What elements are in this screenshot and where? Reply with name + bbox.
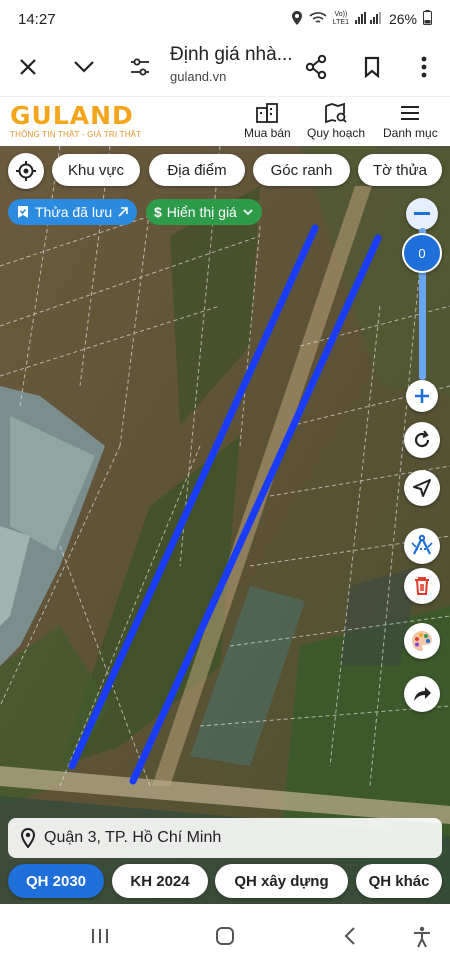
map-style-button[interactable] <box>404 623 440 659</box>
brand-tagline: THÔNG TIN THẬT - GIÁ TRỊ THẬT <box>10 130 142 139</box>
close-icon[interactable] <box>12 51 44 83</box>
map-search-icon <box>325 102 347 124</box>
chevron-down-icon[interactable] <box>68 51 100 83</box>
nav-mua-ban[interactable]: Mua bán <box>244 102 291 140</box>
nav-danh-muc-label: Danh mục <box>383 126 438 140</box>
nav-quy-hoach[interactable]: Quy hoạch <box>307 102 365 140</box>
palette-icon <box>412 631 432 651</box>
filter-dia-diem[interactable]: Địa điểm <box>149 154 245 186</box>
location-search-bar[interactable]: Quận 3, TP. Hồ Chí Minh <box>8 818 442 858</box>
app-header: GULAND THÔNG TIN THẬT - GIÁ TRỊ THẬT Mua… <box>0 96 450 146</box>
crosshair-icon <box>16 161 36 181</box>
accessibility-icon[interactable] <box>412 926 432 953</box>
tab-kh-2024[interactable]: KH 2024 <box>112 864 208 898</box>
dollar-icon: $ <box>154 204 162 220</box>
saved-parcels-button[interactable]: Thửa đã lưu <box>8 199 138 225</box>
map-pin-icon <box>20 828 36 848</box>
back-icon[interactable] <box>343 926 357 951</box>
menu-icon <box>401 106 420 120</box>
status-time: 14:27 <box>18 10 56 28</box>
building-icon <box>256 103 279 123</box>
forward-arrow-icon <box>414 687 431 701</box>
navigate-button[interactable] <box>404 470 440 506</box>
share-map-button[interactable] <box>404 676 440 712</box>
zoom-in-button[interactable] <box>406 380 438 412</box>
nav-quy-hoach-label: Quy hoạch <box>307 126 366 140</box>
locate-me-button[interactable] <box>8 153 44 189</box>
signal-icon <box>354 11 383 27</box>
battery-icon <box>423 10 432 28</box>
nav-mua-ban-label: Mua bán <box>244 126 291 140</box>
zoom-out-button[interactable] <box>406 198 438 230</box>
delete-button[interactable] <box>404 568 440 604</box>
tab-qh-khac[interactable]: QH khác <box>356 864 442 898</box>
compass-ruler-icon <box>411 534 433 555</box>
page-domain: guland.vn <box>170 69 227 84</box>
recent-apps-icon[interactable] <box>90 926 110 951</box>
tab-qh-2030[interactable]: QH 2030 <box>8 864 104 898</box>
nav-danh-muc[interactable]: Danh mục <box>383 102 438 140</box>
plus-icon <box>415 389 429 403</box>
refresh-icon <box>414 430 430 448</box>
bookmark-icon[interactable] <box>356 51 388 83</box>
filter-goc-ranh[interactable]: Góc ranh <box>253 154 350 186</box>
site-settings-icon[interactable] <box>124 51 156 83</box>
browser-title-block: Định giá nhà... guland.vn <box>170 44 293 84</box>
show-price-button[interactable]: $ Hiển thị giá <box>146 199 262 225</box>
bookmark-check-icon <box>18 206 28 218</box>
trash-icon <box>415 577 429 595</box>
map-imagery <box>0 146 450 904</box>
more-options-icon[interactable] <box>408 51 440 83</box>
home-icon[interactable] <box>215 926 235 951</box>
page-title: Định giá nhà... <box>170 44 293 65</box>
location-icon <box>291 10 303 28</box>
share-icon[interactable] <box>300 51 332 83</box>
filter-to-thua[interactable]: Tờ thửa <box>358 154 442 186</box>
chevron-down-icon <box>243 209 253 216</box>
filter-khu-vuc[interactable]: Khu vực <box>52 154 140 186</box>
brand-name: GULAND <box>10 101 134 130</box>
measure-button[interactable] <box>404 528 440 564</box>
tab-qh-xay-dung[interactable]: QH xây dựng <box>215 864 348 898</box>
zoom-level-handle[interactable]: 0 <box>402 233 442 273</box>
satellite-map[interactable]: Khu vực Địa điểm Góc ranh Tờ thửa Thửa đ… <box>0 146 450 904</box>
location-text: Quận 3, TP. Hồ Chí Minh <box>44 829 222 846</box>
network-label: Vo)) LTE1 <box>332 11 349 26</box>
saved-parcels-label: Thửa đã lưu <box>35 204 113 220</box>
external-arrow-icon <box>118 207 128 217</box>
battery-percent: 26% <box>388 11 417 27</box>
show-price-label: Hiển thị giá <box>166 204 237 220</box>
guland-logo[interactable]: GULAND THÔNG TIN THẬT - GIÁ TRỊ THẬT <box>10 101 142 140</box>
browser-toolbar: Định giá nhà... guland.vn <box>0 38 450 96</box>
navigation-arrow-icon <box>413 479 431 497</box>
status-bar: 14:27 Vo)) LTE1 26% <box>0 0 450 38</box>
system-navigation-bar <box>0 910 450 965</box>
minus-icon <box>414 212 430 215</box>
wifi-icon <box>309 11 327 28</box>
refresh-button[interactable] <box>404 422 440 458</box>
